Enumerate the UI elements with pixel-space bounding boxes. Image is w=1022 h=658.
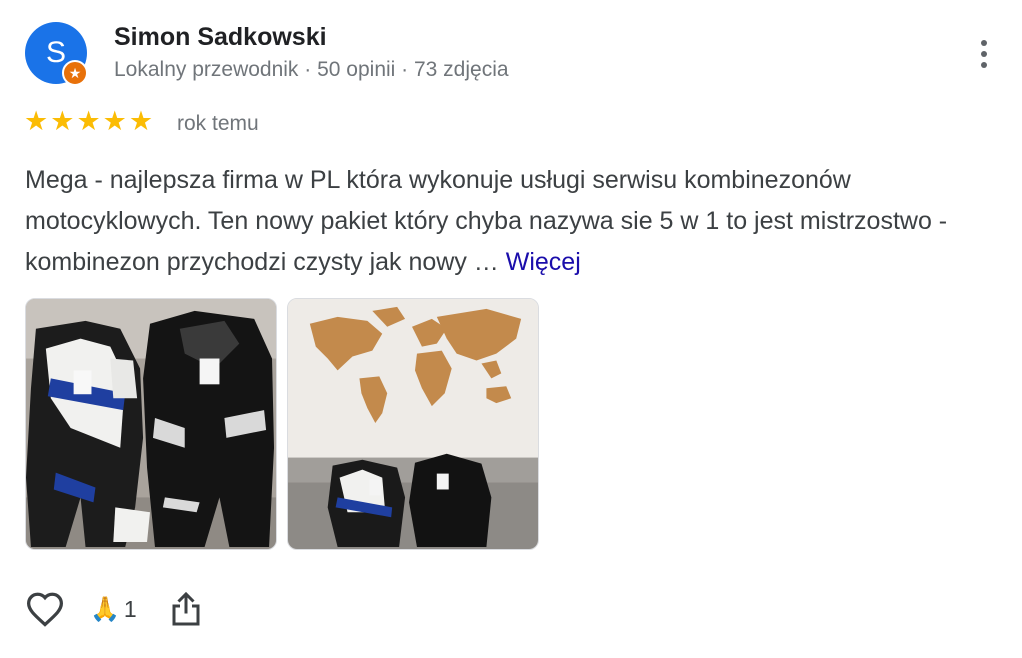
review-body: Mega - najlepsza firma w PL która wykonu… [25,166,948,276]
reviewer-name[interactable]: Simon Sadkowski [114,23,327,52]
reaction-counter[interactable]: 🙏 1 [90,595,137,624]
star-icon: ★ [50,106,75,136]
dot [981,40,987,46]
avatar-initial: S [45,36,66,69]
dot [981,62,987,68]
star-icon: ★ [76,106,101,136]
motorcycle-suits-image [26,299,276,549]
heart-outline-icon [26,592,64,627]
pray-emoji-icon: 🙏 [90,595,120,623]
review-actions: 🙏 1 [24,588,203,630]
review-time: rok temu [177,112,259,135]
share-button[interactable] [169,588,203,630]
review-text: Mega - najlepsza firma w PL która wykonu… [25,160,985,283]
star-icon: ★ [24,106,49,136]
read-more-link[interactable]: Więcej [506,248,581,276]
like-button[interactable] [24,588,66,630]
star-icon: ★ [128,106,154,136]
dot [981,51,987,57]
world-map-wall-image [288,299,538,549]
review-photo-map[interactable] [287,298,539,550]
reviewer-meta: Lokalny przewodnik · 50 opinii · 73 zdję… [114,58,509,81]
reaction-count: 1 [123,595,137,622]
local-guide-badge-icon: ★ [62,60,88,86]
more-options-button[interactable] [966,34,1002,74]
review-photo-suits[interactable] [25,298,277,550]
star-icon: ★ [102,106,127,136]
share-icon [172,591,200,626]
star-rating: ★ ★ ★ ★ ★ [24,108,153,135]
